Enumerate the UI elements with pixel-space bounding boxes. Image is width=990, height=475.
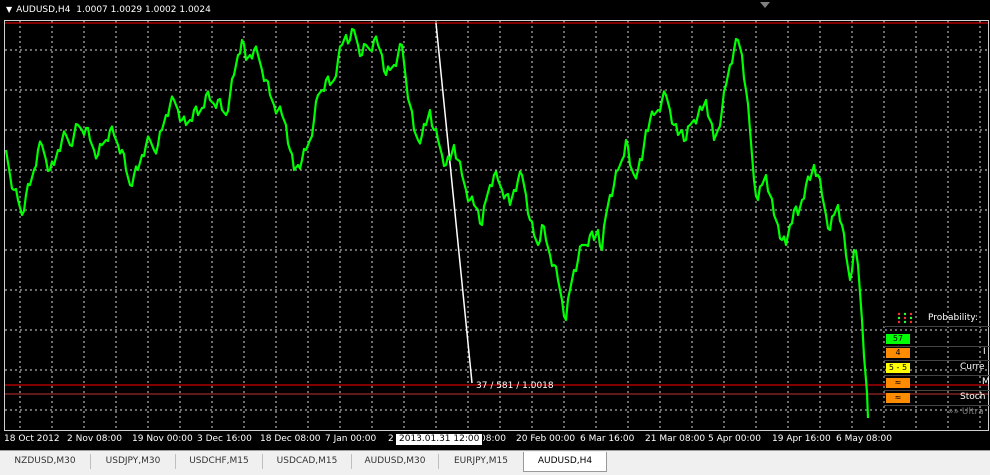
- tab-nzdusd-m30[interactable]: NZDUSD,M30: [0, 454, 91, 469]
- time-label: 6 Mar 16:00: [580, 434, 635, 444]
- time-label: 5 Apr 00:00: [708, 434, 761, 444]
- crosshair-ruler-line: [435, 22, 473, 384]
- time-axis: 18 Oct 2012 2 Nov 08:00 19 Nov 00:00 3 D…: [0, 432, 990, 448]
- panel-value-box: 5 - 5: [886, 363, 910, 373]
- chart-area[interactable]: ▼ AUDUSD,H4 1.0007 1.0029 1.0002 1.0024 3…: [0, 0, 990, 450]
- panel-value-box: 4: [886, 348, 910, 358]
- tab-audusd-m30[interactable]: AUDUSD,M30: [352, 454, 439, 469]
- time-label: 18 Dec 08:00: [260, 434, 321, 444]
- time-label: 19 Nov 00:00: [132, 434, 193, 444]
- panel-value-box: 57: [886, 334, 910, 344]
- chart-tab-bar: NZDUSD,M30 USDJPY,M30 USDCHF,M15 USDCAD,…: [0, 450, 990, 475]
- time-label: 6 May 08:00: [836, 434, 892, 444]
- chart-shift-marker-icon: [760, 2, 770, 8]
- tab-audusd-h4[interactable]: AUDUSD,H4: [523, 452, 607, 472]
- time-label: 20 Feb 00:00: [516, 434, 576, 444]
- panel-row-label: Stoch: [960, 392, 986, 402]
- time-label: 3 Dec 16:00: [197, 434, 252, 444]
- time-label: 19 Apr 16:00: [772, 434, 831, 444]
- dropdown-arrow-icon[interactable]: ▼: [6, 5, 12, 14]
- chart-frame: [4, 20, 989, 431]
- crosshair-date-label: 2013.01.31 12:00: [395, 433, 484, 446]
- time-label: 08:00: [480, 434, 506, 444]
- panel-value-box: ≈: [886, 393, 910, 403]
- panel-divider: [884, 346, 990, 347]
- time-label: 21 Mar 08:00: [645, 434, 706, 444]
- panel-value-box: ≈: [886, 378, 910, 388]
- probability-panel: Probability: 57 4 I 5 - 5 Curre ≈ M ≈ St…: [880, 304, 990, 424]
- panel-footer: »» Ultra: [948, 407, 984, 417]
- tab-usdjpy-m30[interactable]: USDJPY,M30: [91, 454, 176, 469]
- panel-row-label: M: [982, 377, 990, 387]
- time-label: 2: [388, 434, 394, 444]
- panel-divider: [884, 405, 990, 406]
- chart-symbol: AUDUSD,H4: [16, 5, 71, 15]
- panel-divider: [884, 375, 990, 376]
- panel-divider: [884, 390, 990, 391]
- tab-usdchf-m15[interactable]: USDCHF,M15: [176, 454, 263, 469]
- panel-divider: [884, 326, 990, 327]
- panel-row-label: Curre: [960, 362, 985, 372]
- panel-title: Probability:: [928, 313, 978, 323]
- panel-divider: [884, 360, 990, 361]
- chart-ohlc: 1.0007 1.0029 1.0002 1.0024: [76, 5, 211, 15]
- signal-dots-icon: [897, 312, 913, 324]
- time-label: 18 Oct 2012: [4, 434, 60, 444]
- chart-title: ▼ AUDUSD,H4 1.0007 1.0029 1.0002 1.0024: [6, 5, 211, 15]
- crosshair-readout: 37 / 581 / 1.0018: [476, 381, 554, 391]
- price-line: [4, 27, 870, 419]
- time-label: 7 Jan 00:00: [325, 434, 377, 444]
- panel-row-label: I: [983, 347, 986, 357]
- tab-eurjpy-m15[interactable]: EURJPY,M15: [439, 454, 524, 469]
- tab-usdcad-m15[interactable]: USDCAD,M15: [263, 454, 352, 469]
- time-label: 2 Nov 08:00: [67, 434, 122, 444]
